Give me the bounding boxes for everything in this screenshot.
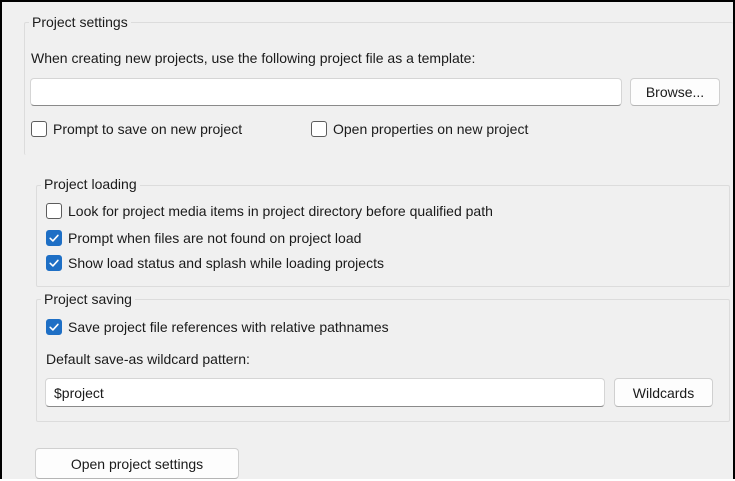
checkbox-checked-icon[interactable] <box>46 230 62 246</box>
open-properties-new-project-option[interactable]: Open properties on new project <box>311 121 528 137</box>
browse-button[interactable]: Browse... <box>630 78 720 106</box>
prompt-files-not-found-label: Prompt when files are not found on proje… <box>68 230 362 246</box>
prompt-save-new-project-label: Prompt to save on new project <box>53 121 243 137</box>
prompt-save-new-project-option[interactable]: Prompt to save on new project <box>31 121 242 137</box>
checkbox-checked-icon[interactable] <box>46 255 62 271</box>
save-relative-pathnames-option[interactable]: Save project file references with relati… <box>46 319 389 335</box>
prompt-files-not-found-option[interactable]: Prompt when files are not found on proje… <box>46 230 361 246</box>
open-properties-new-project-label: Open properties on new project <box>333 121 529 137</box>
checkbox-unchecked-icon[interactable] <box>311 121 327 137</box>
wildcard-pattern-input[interactable] <box>45 378 605 407</box>
checkbox-unchecked-icon[interactable] <box>46 203 62 219</box>
wildcards-button[interactable]: Wildcards <box>614 378 713 407</box>
save-relative-pathnames-label: Save project file references with relati… <box>68 319 389 335</box>
wildcard-pattern-label: Default save-as wildcard pattern: <box>46 351 250 367</box>
project-loading-title: Project loading <box>41 176 140 192</box>
template-path-input[interactable] <box>30 78 622 106</box>
look-media-items-option[interactable]: Look for project media items in project … <box>46 203 493 219</box>
template-label: When creating new projects, use the foll… <box>31 50 476 66</box>
open-project-settings-button[interactable]: Open project settings <box>35 448 239 479</box>
project-saving-title: Project saving <box>41 291 135 307</box>
checkbox-checked-icon[interactable] <box>46 319 62 335</box>
checkbox-unchecked-icon[interactable] <box>31 121 47 137</box>
project-settings-title: Project settings <box>29 14 131 30</box>
look-media-items-label: Look for project media items in project … <box>68 203 493 219</box>
preferences-panel: Project settings When creating new proje… <box>0 0 735 479</box>
show-load-status-label: Show load status and splash while loadin… <box>68 255 384 271</box>
show-load-status-option[interactable]: Show load status and splash while loadin… <box>46 255 384 271</box>
